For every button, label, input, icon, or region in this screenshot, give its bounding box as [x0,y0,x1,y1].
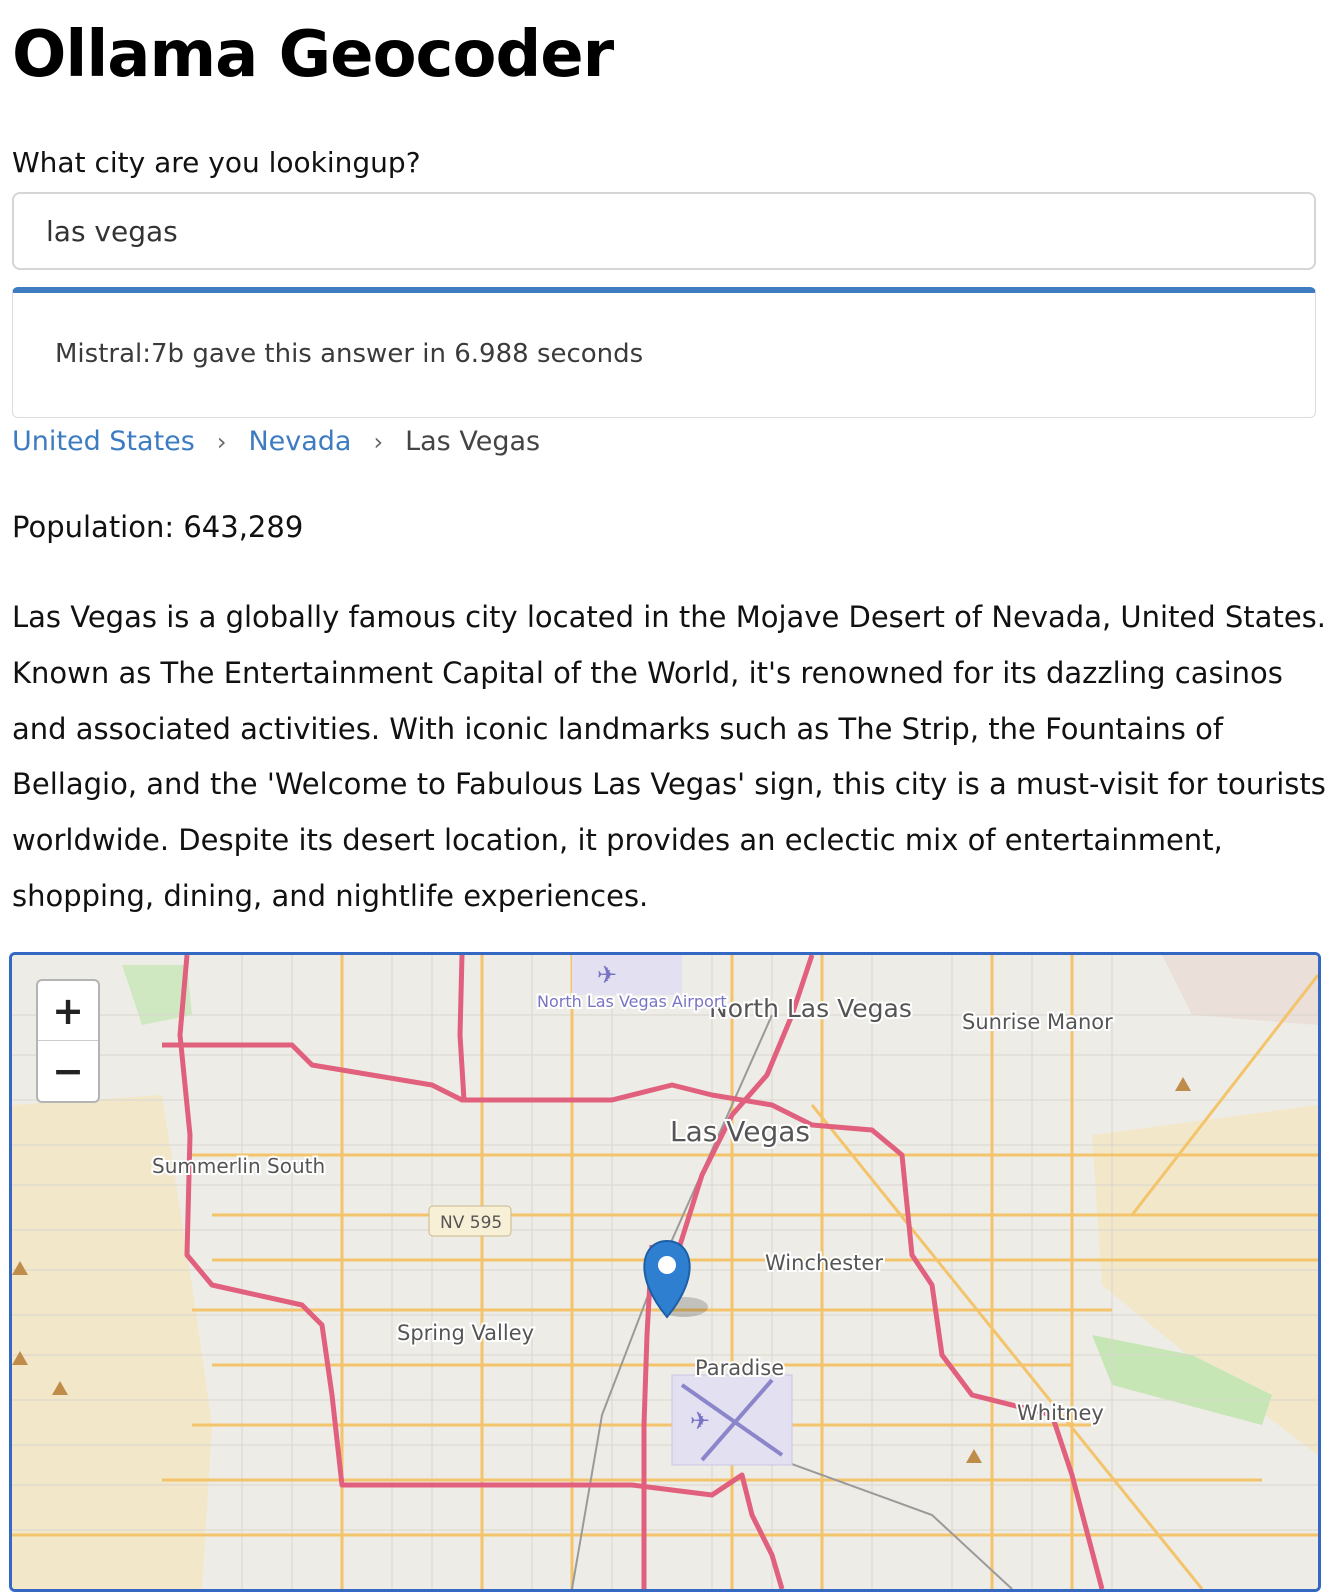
breadcrumb-region[interactable]: Nevada [248,426,351,457]
population-text: Population: 643,289 [12,510,304,544]
zoom-control: + − [36,979,100,1103]
page-title: Ollama Geocoder [12,18,614,92]
route-shield-label: NV 595 [440,1213,502,1233]
map-tiles[interactable]: ✈ ✈ NV 595 North Las Vegas Sunrise Manor… [12,955,1318,1589]
map-label-winchester: Winchester [765,1251,883,1275]
map-label-sunrise-manor: Sunrise Manor [962,1010,1113,1034]
airport-icon: ✈ [597,961,617,989]
breadcrumb-country[interactable]: United States [12,426,195,457]
map-label-las-vegas: Las Vegas [670,1115,810,1148]
city-query-label: What city are you lookingup? [12,146,421,179]
map-label-airport: North Las Vegas Airport [537,992,727,1011]
breadcrumb-city: Las Vegas [405,426,541,457]
city-map[interactable]: ✈ ✈ NV 595 North Las Vegas Sunrise Manor… [9,952,1321,1592]
city-description: Las Vegas is a globally famous city loca… [12,600,1326,913]
chevron-right-icon: › [216,427,227,456]
zoom-in-button[interactable]: + [38,981,98,1040]
chevron-right-icon: › [373,427,384,456]
breadcrumb: United States › Nevada › Las Vegas [12,426,540,457]
map-label-spring-valley: Spring Valley [397,1321,534,1345]
city-search-input[interactable] [12,192,1316,270]
map-label-whitney: Whitney [1017,1401,1104,1425]
zoom-out-button[interactable]: − [38,1040,98,1100]
answer-status-text: Mistral:7b gave this answer in 6.988 sec… [55,339,644,369]
airport-icon: ✈ [690,1407,710,1435]
map-label-north-las-vegas: North Las Vegas [709,994,912,1023]
answer-status-panel: Mistral:7b gave this answer in 6.988 sec… [12,287,1316,418]
map-label-paradise: Paradise [695,1356,784,1380]
map-label-summerlin-south: Summerlin South [152,1154,325,1178]
